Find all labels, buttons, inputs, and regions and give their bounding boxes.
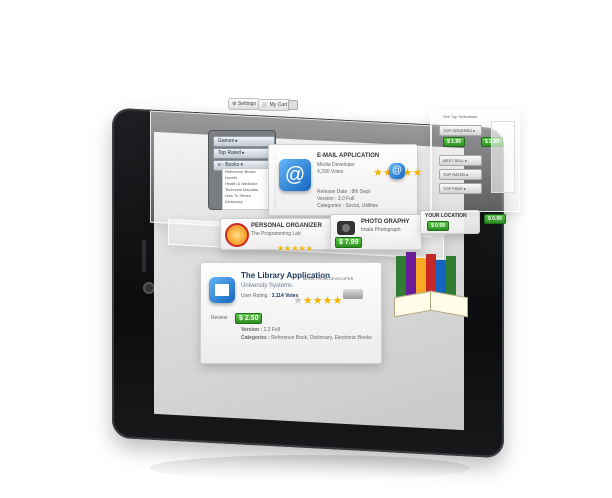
personal-organizer-card[interactable]: PERSONAL ORGANIZER The Programming Lab ★…	[220, 218, 332, 253]
right-item-best-sell[interactable]: BEST SELL ▸	[439, 155, 482, 166]
alarm-clock-icon	[225, 223, 249, 247]
top-selections-panel: See Top Selections TOP ORDERED ▸ BEST SE…	[430, 110, 520, 212]
email-small-icon: @	[389, 163, 405, 179]
tablet-side-slot	[142, 240, 146, 272]
right-item-top-ordered[interactable]: TOP ORDERED ▸	[439, 125, 482, 136]
tablet-shadow	[150, 455, 470, 481]
more-from-developer-label[interactable]: MORE FROM DEVELOPER	[303, 275, 353, 282]
library-stars: ★★★★★	[293, 295, 343, 307]
menu-item-games[interactable]: Games ▸	[213, 136, 275, 147]
right-item-top-rated[interactable]: TOP RATED ▸	[439, 169, 482, 180]
library-app-icon	[209, 277, 235, 303]
submenu-item[interactable]: Dictionary	[223, 199, 273, 205]
top-selections-header: See Top Selections	[443, 114, 478, 119]
email-app-detail: Categories : Social, Utilities	[317, 203, 378, 209]
library-version-row: Version : 2.3 Full	[241, 327, 280, 333]
photography-price-button[interactable]: $ 7.99	[335, 237, 363, 248]
photography-title: PHOTO GRAPHY	[361, 219, 410, 225]
right-item-top-free[interactable]: TOP FREE ▸	[439, 183, 482, 194]
organizer-publisher: The Programming Lab	[251, 231, 301, 237]
library-categories-row: Categories : Reference Book, Dictionary,…	[241, 335, 372, 341]
email-app-title: E-MAIL APPLICATION	[317, 153, 380, 159]
email-app-rating: 4,290 Votes	[317, 169, 344, 175]
location-price-button[interactable]: $ 0.99	[427, 221, 449, 231]
email-app-detail: Release Date : 8th Sept	[317, 189, 371, 195]
developer-app-thumb[interactable]	[343, 289, 363, 299]
photography-publisher: Imala Photograph	[361, 227, 401, 233]
cart-icon: 🛒	[262, 102, 270, 108]
camera-icon	[337, 221, 355, 235]
ebooks-submenu: Reference Books Novels Health & Medicine…	[222, 168, 274, 210]
library-app-publisher: University Systems	[241, 283, 293, 289]
cart-button[interactable]: 🛒 My Cart	[258, 99, 292, 111]
library-rating-row: User Rating : 3,114 Votes	[241, 293, 299, 299]
right-panel-side	[491, 121, 515, 193]
location-side-price[interactable]: $ 0.99	[484, 214, 506, 224]
open-book-icon	[394, 288, 470, 318]
organizer-stars: ★★★★★	[277, 244, 313, 253]
library-app-panel[interactable]: The Library Application University Syste…	[200, 262, 382, 364]
right-price[interactable]: $ 1.99	[443, 137, 465, 147]
photography-card[interactable]: PHOTO GRAPHY Imala Photograph $ 7.99	[330, 214, 422, 250]
menu-item-top-rated[interactable]: Top Rated ▸	[213, 148, 275, 159]
tablet-camera	[145, 284, 153, 292]
email-app-card[interactable]: @ E-MAIL APPLICATION Media Developer 4,2…	[268, 144, 422, 216]
your-location-card[interactable]: YOUR LOCATION $ 0.99	[420, 210, 480, 234]
library-review-label: Review	[211, 315, 228, 321]
library-price-button[interactable]: $ 2.50	[235, 313, 263, 324]
organizer-title: PERSONAL ORGANIZER	[251, 223, 322, 229]
email-app-detail: Version : 3.0 Full	[317, 196, 355, 202]
email-app-publisher: Media Developer	[317, 162, 355, 168]
location-title: YOUR LOCATION	[425, 213, 467, 219]
email-app-icon: @	[279, 159, 311, 191]
lock-icon[interactable]	[288, 100, 298, 110]
settings-button[interactable]: ⚙ Settings	[228, 98, 260, 110]
